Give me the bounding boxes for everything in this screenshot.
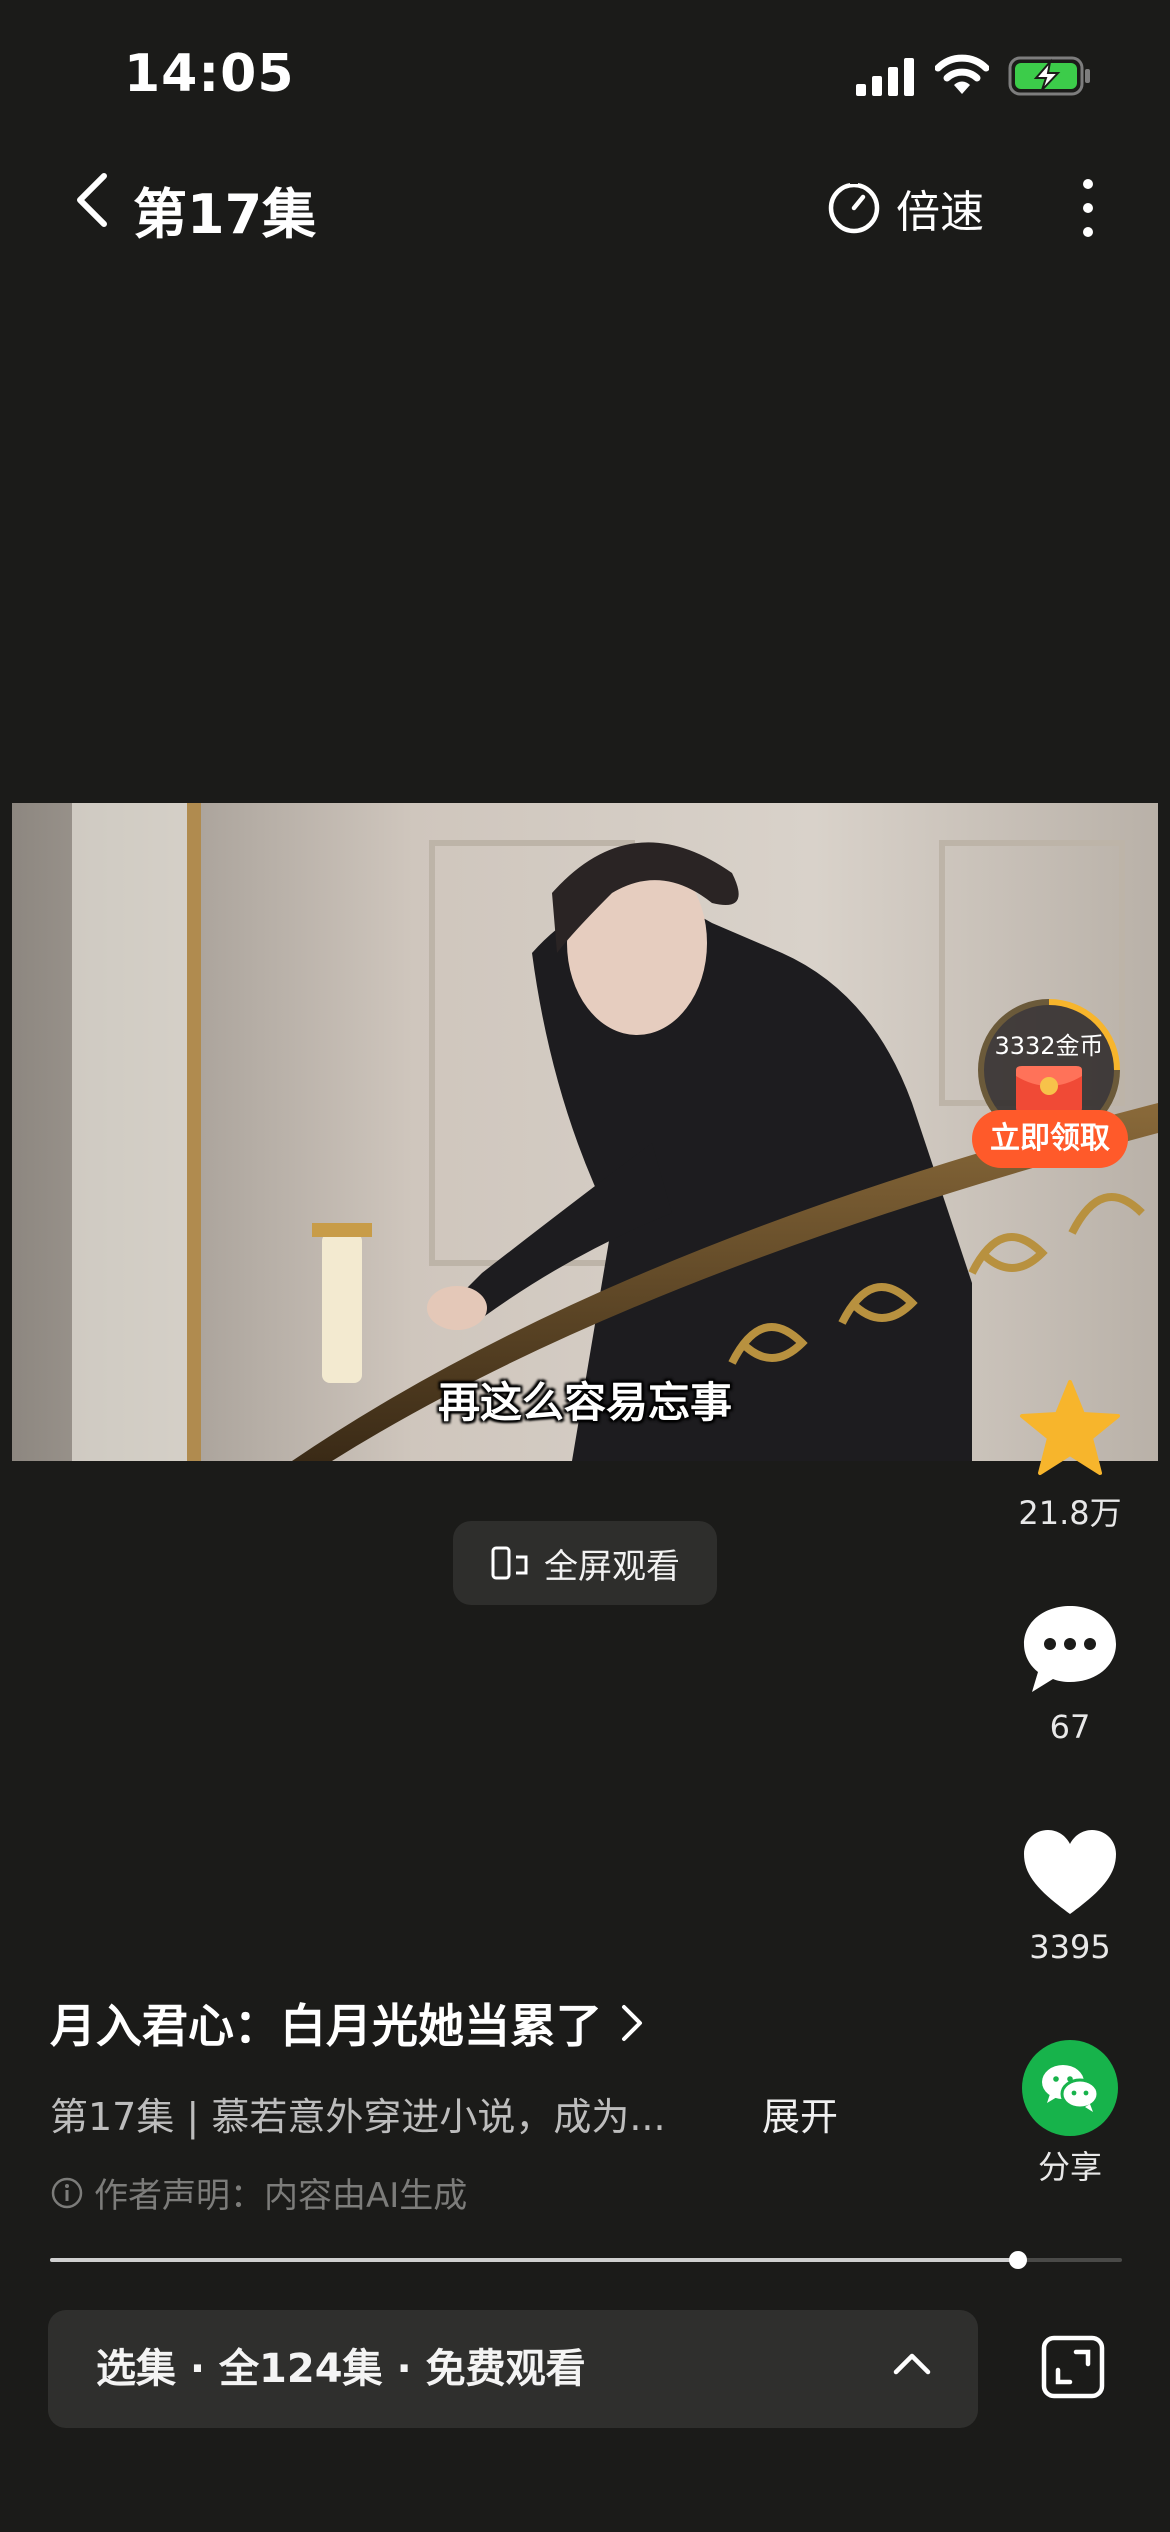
episode-title: 第17集 [133, 183, 317, 246]
coin-amount-label: 3332金币 [994, 1032, 1104, 1060]
progress-fill [50, 2258, 1019, 2262]
like-count: 3395 [1029, 1928, 1111, 1966]
fullscreen-button[interactable]: 全屏观看 [453, 1521, 717, 1605]
collect-button[interactable]: 21.8万 [1000, 1378, 1140, 1534]
claim-coins-button[interactable]: 立即领取 [972, 1110, 1128, 1168]
picture-in-picture-button[interactable] [1040, 2334, 1106, 2400]
ai-notice-text: 作者声明：内容由AI生成 [94, 2176, 468, 2216]
wifi-icon [935, 54, 989, 94]
episode-description: 第17集 | 慕若意外穿进小说，成为... [50, 2095, 666, 2139]
ai-generated-notice: 作者声明：内容由AI生成 [50, 2168, 467, 2217]
episode-selector-button[interactable]: 选集 · 全124集 · 免费观看 [48, 2310, 978, 2428]
speed-timer-icon [828, 181, 880, 234]
share-label: 分享 [1037, 2148, 1102, 2186]
status-time: 14:05 [124, 44, 295, 104]
more-vertical-icon [1083, 179, 1093, 237]
share-wechat-button[interactable]: 分享 [1000, 2040, 1140, 2188]
video-subtitle: 再这么容易忘事 [437, 1378, 732, 1427]
video-progress-bar[interactable] [50, 2251, 1122, 2269]
like-button[interactable]: 3395 [1000, 1826, 1140, 1966]
expand-description-button[interactable]: 展开 [762, 2086, 838, 2141]
share-circle [1022, 2040, 1118, 2136]
cellular-signal-icon [856, 58, 914, 96]
comment-button[interactable]: 67 [1000, 1602, 1140, 1746]
playback-speed-button[interactable]: 倍速 [826, 176, 984, 240]
episode-selector-label: 选集 · 全124集 · 免费观看 [96, 2346, 586, 2392]
comment-bubble-icon [1024, 1606, 1116, 1692]
drama-title: 月入君心：白月光她当累了 [50, 1999, 602, 2053]
collect-count: 21.8万 [1018, 1494, 1122, 1532]
back-button[interactable] [72, 170, 132, 240]
battery-charging-icon [1008, 56, 1090, 96]
chevron-up-icon [893, 2353, 931, 2375]
star-icon [1020, 1380, 1120, 1475]
comment-count: 67 [1049, 1708, 1091, 1746]
wechat-icon [1042, 2065, 1100, 2112]
more-options-button[interactable] [1068, 176, 1108, 240]
drama-title-link[interactable]: 月入君心：白月光她当累了 [50, 1990, 644, 2056]
heart-icon [1024, 1830, 1116, 1914]
rotate-screen-icon [491, 1546, 528, 1580]
pip-icon [1041, 2335, 1105, 2399]
chevron-right-icon [622, 2005, 642, 2041]
fullscreen-label: 全屏观看 [544, 1546, 680, 1587]
chevron-left-icon [77, 173, 107, 227]
progress-scrubber[interactable] [1009, 2251, 1028, 2269]
info-icon [51, 2177, 83, 2208]
speed-label: 倍速 [896, 187, 984, 238]
coin-reward-widget[interactable]: 3332金币 立即领取 [968, 998, 1130, 1178]
